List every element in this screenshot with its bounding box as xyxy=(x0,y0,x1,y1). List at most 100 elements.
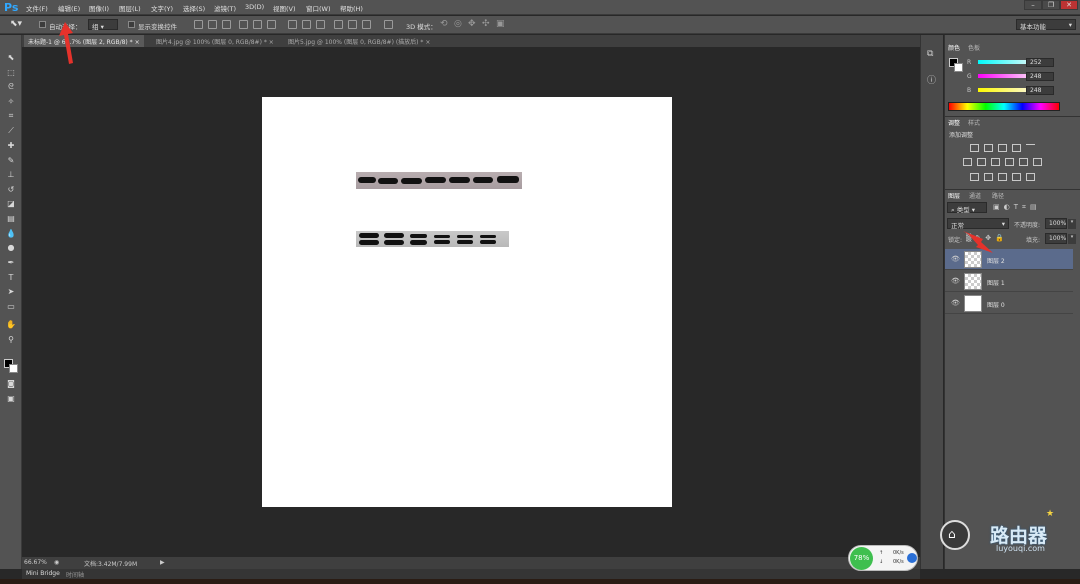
tab-image4[interactable]: 图片4.jpg @ 100% (图层 0, RGB/8#) * × xyxy=(152,35,278,47)
move-tool-icon[interactable]: ⬉▾ xyxy=(10,19,22,29)
r-value-input[interactable]: 252 xyxy=(1026,58,1054,67)
marquee-tool-icon[interactable]: ⬚ xyxy=(5,67,17,78)
layer-filter-dropdown[interactable]: ⌕ 类型 ▾ xyxy=(947,202,987,214)
drag-3d-icon[interactable]: ✥ xyxy=(468,19,476,29)
exposure-icon[interactable] xyxy=(1012,144,1021,152)
scale-3d-icon[interactable]: ▣ xyxy=(496,19,505,29)
menu-edit[interactable]: 编辑(E) xyxy=(58,3,80,13)
close-button[interactable]: ✕ xyxy=(1060,0,1078,10)
gradient-map-icon[interactable] xyxy=(1026,173,1035,181)
menu-type[interactable]: 文字(Y) xyxy=(151,3,173,13)
type-tool-icon[interactable]: T xyxy=(5,272,17,283)
tab-styles[interactable]: 样式 xyxy=(968,118,980,127)
auto-select-checkbox[interactable] xyxy=(39,21,46,28)
background-color-swatch[interactable] xyxy=(9,364,18,373)
magic-wand-icon[interactable]: ✧ xyxy=(5,96,17,107)
color-balance-icon[interactable] xyxy=(977,158,986,166)
blur-tool-icon[interactable]: 💧 xyxy=(5,228,17,239)
invert-icon[interactable] xyxy=(970,173,979,181)
move-tool-icon[interactable]: ⬉ xyxy=(5,52,17,63)
status-info-icon[interactable]: ◉ xyxy=(54,559,59,566)
menu-window[interactable]: 窗口(W) xyxy=(306,3,331,13)
shape-tool-icon[interactable]: ▭ xyxy=(5,301,17,312)
align-hcenter-icon[interactable] xyxy=(253,20,262,29)
tab-swatches[interactable]: 色板 xyxy=(968,43,980,52)
tab-layers[interactable]: 图层 xyxy=(948,191,960,200)
blend-mode-dropdown[interactable]: 正常 ▾ xyxy=(947,218,1009,230)
fill-arrow-icon[interactable]: ▾ xyxy=(1068,234,1076,244)
tab-adjustments[interactable]: 调整 xyxy=(948,118,960,127)
quick-mask-icon[interactable]: ◙ xyxy=(5,378,17,389)
tab-untitled-1[interactable]: 未标题-1 @ 66.7% (图层 2, RGB/8) * × xyxy=(24,35,144,47)
selective-color-icon[interactable] xyxy=(1012,173,1021,181)
history-panel-icon[interactable]: ⧉ xyxy=(927,49,933,59)
workspace-dropdown[interactable]: 基本功能 ▾ xyxy=(1016,19,1076,31)
photo-filter-icon[interactable] xyxy=(1005,158,1014,166)
g-value-input[interactable]: 248 xyxy=(1026,72,1054,81)
restore-button[interactable]: ❐ xyxy=(1042,0,1060,10)
color-spectrum-bar[interactable] xyxy=(948,102,1060,111)
hand-tool-icon[interactable]: ✋ xyxy=(5,319,17,330)
opacity-input[interactable]: 100% xyxy=(1045,218,1067,229)
menu-select[interactable]: 选择(S) xyxy=(183,3,205,13)
roll-3d-icon[interactable]: ◎ xyxy=(454,19,462,29)
distribute-top-icon[interactable] xyxy=(288,20,297,29)
align-left-icon[interactable] xyxy=(239,20,248,29)
tab-timeline[interactable]: 时间轴 xyxy=(66,570,84,579)
document-canvas[interactable] xyxy=(262,97,672,507)
distribute-right-icon[interactable] xyxy=(362,20,371,29)
blot-strip-bottom[interactable] xyxy=(356,231,509,247)
zoom-tool-icon[interactable]: ⚲ xyxy=(5,334,17,345)
network-speed-widget[interactable]: 78% ↑ 0K/s ↓ 0K/s xyxy=(848,545,918,571)
crop-tool-icon[interactable]: ⌗ xyxy=(5,110,17,121)
menu-3d[interactable]: 3D(D) xyxy=(245,3,264,11)
zoom-level[interactable]: 66.67% xyxy=(24,559,47,566)
healing-brush-icon[interactable]: ✚ xyxy=(5,140,17,151)
eyedropper-icon[interactable]: ⟋ xyxy=(5,125,17,136)
tab-color[interactable]: 颜色 xyxy=(948,43,960,52)
black-white-icon[interactable] xyxy=(991,158,1000,166)
curves-icon[interactable] xyxy=(998,144,1007,152)
menu-view[interactable]: 视图(V) xyxy=(273,3,296,13)
dodge-tool-icon[interactable]: ● xyxy=(5,242,17,253)
menu-image[interactable]: 图像(I) xyxy=(89,3,109,13)
close-icon[interactable]: × xyxy=(269,39,274,46)
align-right-icon[interactable] xyxy=(267,20,276,29)
tab-image5[interactable]: 图片5.jpg @ 100% (图层 0, RGB/8#) (描放后) * × xyxy=(284,35,434,47)
gradient-tool-icon[interactable]: ▤ xyxy=(5,213,17,224)
tab-channels[interactable]: 通道 xyxy=(969,191,981,200)
show-transform-checkbox[interactable] xyxy=(128,21,135,28)
b-value-input[interactable]: 248 xyxy=(1026,86,1054,95)
vibrance-icon[interactable] xyxy=(1026,144,1035,152)
screen-mode-icon[interactable]: ▣ xyxy=(5,393,17,404)
eraser-tool-icon[interactable]: ◪ xyxy=(5,198,17,209)
pen-tool-icon[interactable]: ✒ xyxy=(5,257,17,268)
path-select-icon[interactable]: ➤ xyxy=(5,286,17,297)
levels-icon[interactable] xyxy=(984,144,993,152)
rotate-3d-icon[interactable]: ⟲ xyxy=(440,19,448,29)
menu-layer[interactable]: 图层(L) xyxy=(119,3,141,13)
eye-icon[interactable]: 👁 xyxy=(951,299,960,307)
layer-row-0[interactable]: 👁 图层 0 xyxy=(945,293,1073,314)
auto-select-dropdown[interactable]: 组 ▾ xyxy=(88,19,118,31)
clone-stamp-icon[interactable]: ⊥ xyxy=(5,169,17,180)
layer-name[interactable]: 图层 2 xyxy=(987,256,1005,265)
info-panel-icon[interactable]: ⓘ xyxy=(927,73,936,86)
auto-align-icon[interactable] xyxy=(384,20,393,29)
channel-mixer-icon[interactable] xyxy=(1019,158,1028,166)
bg-color-swatch[interactable] xyxy=(954,63,963,72)
close-icon[interactable]: × xyxy=(135,39,140,46)
menu-help[interactable]: 帮助(H) xyxy=(340,3,363,13)
menu-file[interactable]: 文件(F) xyxy=(26,3,48,13)
layer-filter-icons[interactable]: ▣◐T⌗▤ xyxy=(993,203,1041,212)
align-top-icon[interactable] xyxy=(194,20,203,29)
eye-icon[interactable]: 👁 xyxy=(951,277,960,285)
align-bottom-icon[interactable] xyxy=(222,20,231,29)
tab-paths[interactable]: 路径 xyxy=(992,191,1004,200)
threshold-icon[interactable] xyxy=(998,173,1007,181)
status-menu-arrow-icon[interactable]: ▶ xyxy=(160,559,165,566)
minimize-button[interactable]: – xyxy=(1024,0,1042,10)
distribute-left-icon[interactable] xyxy=(334,20,343,29)
posterize-icon[interactable] xyxy=(984,173,993,181)
hue-saturation-icon[interactable] xyxy=(963,158,972,166)
